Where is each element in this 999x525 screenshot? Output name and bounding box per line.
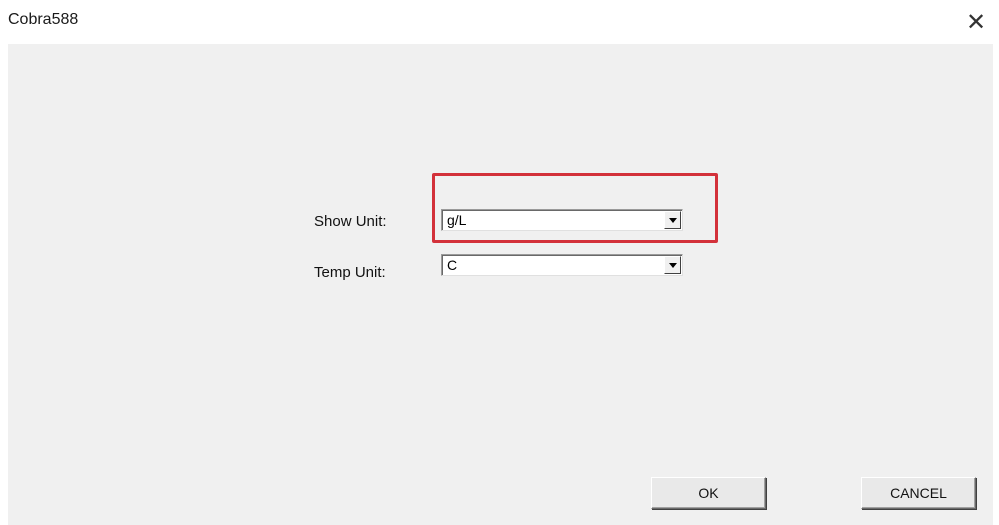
chevron-down-icon (668, 262, 677, 268)
dialog-body (8, 44, 993, 525)
close-button[interactable]: ✕ (953, 0, 999, 44)
temp-unit-dropdown-button[interactable] (664, 256, 681, 274)
temp-unit-value: C (447, 257, 458, 273)
highlight-box (432, 173, 718, 243)
ok-button[interactable]: OK (651, 477, 766, 509)
close-icon: ✕ (965, 8, 987, 36)
cancel-button[interactable]: CANCEL (861, 477, 976, 509)
window-title: Cobra588 (8, 11, 79, 28)
title-bar: Cobra588 ✕ (0, 0, 999, 44)
show-unit-label: Show Unit: (314, 213, 387, 230)
temp-unit-label: Temp Unit: (314, 264, 386, 281)
temp-unit-select[interactable]: C (441, 254, 683, 276)
